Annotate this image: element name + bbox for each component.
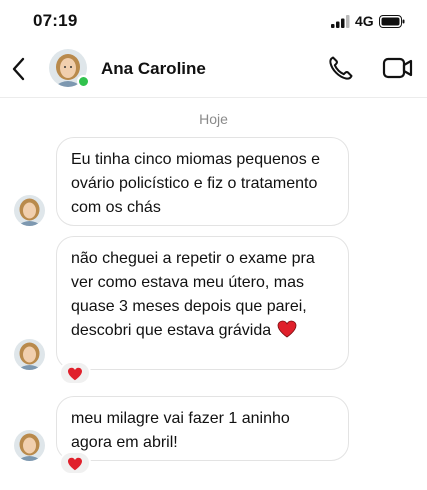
avatar[interactable]: [14, 430, 45, 461]
reaction-badge[interactable]: [59, 451, 91, 475]
message-bubble[interactable]: meu milagre vai fazer 1 aninho agora em …: [56, 396, 349, 461]
back-icon[interactable]: [8, 54, 30, 84]
phone-icon[interactable]: [327, 54, 355, 82]
heart-icon: [68, 457, 82, 471]
video-icon[interactable]: [382, 54, 414, 82]
heart-icon: [277, 320, 297, 338]
signal-icon: [331, 15, 350, 28]
battery-icon: [379, 15, 405, 28]
network-type: 4G: [355, 13, 374, 29]
avatar[interactable]: [14, 195, 45, 226]
message-bubble[interactable]: não cheguei a repetir o exame pra ver co…: [56, 236, 349, 370]
reaction-badge[interactable]: [59, 361, 91, 385]
message-text: Eu tinha cinco miomas pequenos e ovário …: [71, 151, 321, 216]
heart-icon: [68, 367, 82, 381]
online-indicator: [77, 75, 90, 88]
avatar[interactable]: [14, 339, 45, 370]
status-bar: 07:19 4G: [0, 0, 427, 40]
chat-header: Ana Caroline: [0, 40, 427, 98]
status-time: 07:19: [33, 11, 78, 30]
contact-name[interactable]: Ana Caroline: [101, 59, 206, 79]
contact-avatar[interactable]: [49, 49, 90, 88]
date-separator: Hoje: [199, 111, 228, 127]
message-text: meu milagre vai fazer 1 aninho agora em …: [71, 410, 290, 451]
message-bubble[interactable]: Eu tinha cinco miomas pequenos e ovário …: [56, 137, 349, 226]
